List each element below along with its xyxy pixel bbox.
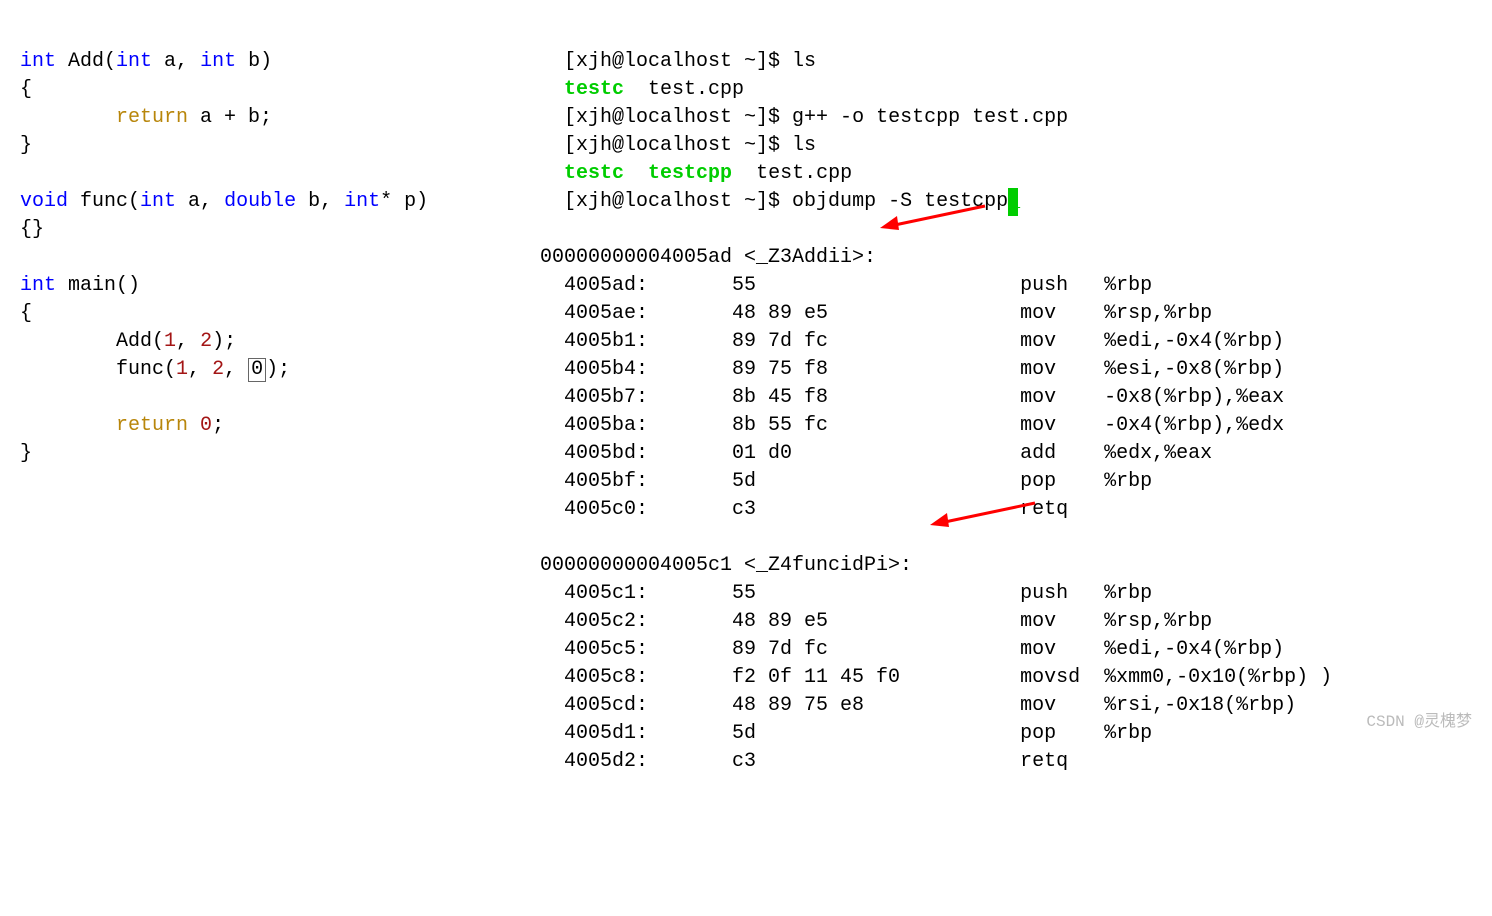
term-line: [xjh@localhost ~]$ objdump -S testcpp — [564, 190, 1008, 213]
source-code-pane: int Add(int a, int b) { return a + b; } … — [0, 0, 530, 739]
keyword-int: int — [20, 50, 56, 73]
file-testcpp: testcpp — [648, 162, 732, 185]
terminal-cursor-icon: _ — [1008, 188, 1018, 216]
disasm-line: 4005c1: 55 push %rbp — [540, 582, 1152, 605]
terminal-pane: [xjh@localhost ~]$ ls testc test.cpp [xj… — [530, 0, 1342, 739]
cursor: 0 — [248, 358, 266, 382]
disasm-line: 4005c2: 48 89 e5 mov %rsp,%rbp — [540, 610, 1212, 633]
disasm-line: 4005b7: 8b 45 f8 mov -0x8(%rbp),%eax — [540, 386, 1284, 409]
keyword-return: return — [116, 106, 188, 129]
disasm-line: 4005d1: 5d pop %rbp — [540, 722, 1152, 745]
disasm-line: 4005c8: f2 0f 11 45 f0 movsd %xmm0,-0x10… — [540, 666, 1308, 689]
disasm-line: 4005ae: 48 89 e5 mov %rsp,%rbp — [540, 302, 1212, 325]
disasm-header: 00000000004005ad <_Z3Addii>: — [540, 246, 876, 269]
disasm-line: 4005ba: 8b 55 fc mov -0x4(%rbp),%edx — [540, 414, 1284, 437]
page: int Add(int a, int b) { return a + b; } … — [0, 0, 1492, 739]
keyword-void: void — [20, 190, 68, 213]
disasm-line: 4005b4: 89 75 f8 mov %esi,-0x8(%rbp) — [540, 358, 1284, 381]
disasm-line: 4005cd: 48 89 75 e8 mov %rsi,-0x18(%rbp) — [540, 694, 1296, 717]
disasm-header: 00000000004005c1 <_Z4funcidPi>: — [540, 554, 912, 577]
disasm-line: 4005c0: c3 retq — [540, 498, 1068, 521]
disasm-line: 4005b1: 89 7d fc mov %edi,-0x4(%rbp) — [540, 330, 1284, 353]
disasm-line: 4005d2: c3 retq — [540, 750, 1068, 773]
term-line: [xjh@localhost ~]$ ls — [564, 50, 816, 73]
disasm-line: 4005bd: 01 d0 add %edx,%eax — [540, 442, 1212, 465]
term-line: [xjh@localhost ~]$ g++ -o testcpp test.c… — [564, 106, 1068, 129]
disasm-line: 4005ad: 55 push %rbp — [540, 274, 1152, 297]
disasm-line: 4005c5: 89 7d fc mov %edi,-0x4(%rbp) — [540, 638, 1284, 661]
term-line: [xjh@localhost ~]$ ls — [564, 134, 816, 157]
disasm-line: 4005bf: 5d pop %rbp — [540, 470, 1152, 493]
watermark: CSDN @灵槐梦 — [1366, 711, 1472, 733]
file-testc: testc — [564, 78, 624, 101]
